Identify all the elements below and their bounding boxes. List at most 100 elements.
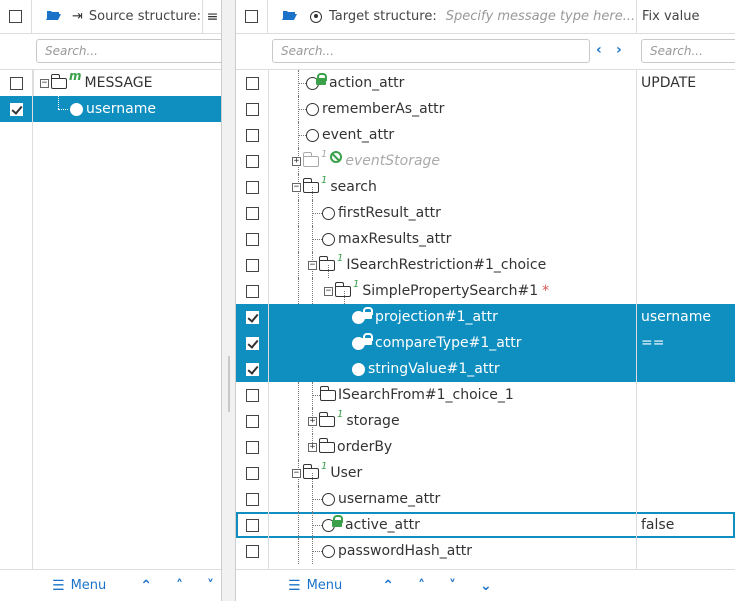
tree-node-label: event_attr [322, 127, 395, 143]
row-checkbox[interactable] [245, 440, 259, 454]
chevron-right-icon[interactable]: › [616, 42, 622, 58]
tree-node-label: ISearchRestriction#1_choice [346, 257, 547, 273]
row-checkbox[interactable] [245, 466, 259, 480]
tree-row[interactable]: firstResult_attr [236, 200, 735, 226]
target-menu-button[interactable]: Menu [307, 578, 343, 593]
collapse-toggle-icon[interactable]: − [40, 78, 49, 88]
row-checkbox[interactable] [245, 76, 259, 90]
expand-toggle-icon[interactable]: + [308, 442, 317, 452]
row-checkbox[interactable] [245, 180, 259, 194]
row-checkbox[interactable] [245, 232, 259, 246]
tree-row[interactable]: ISearchFrom#1_choice_1 [236, 382, 735, 408]
folder-open-icon[interactable] [46, 9, 62, 25]
menu-hamburger-icon[interactable]: ☰ [288, 578, 301, 594]
fix-value-cell[interactable]: username [641, 304, 711, 330]
chevron-down-icon[interactable]: ˅ [449, 578, 456, 594]
tree-row[interactable]: maxResults_attr [236, 226, 735, 252]
chevron-up-icon[interactable]: ˄ [176, 578, 183, 594]
row-checkbox[interactable] [245, 544, 259, 558]
source-tree: − m MESSAGE username [0, 69, 221, 122]
double-chevron-up-icon[interactable]: ⌃ [382, 578, 394, 594]
select-all-source-checkbox[interactable] [9, 10, 22, 23]
target-search-input[interactable] [272, 39, 590, 63]
row-checkbox[interactable] [245, 388, 259, 402]
tree-node-label: rememberAs_attr [322, 101, 445, 117]
source-menu-button[interactable]: Menu [71, 578, 107, 593]
fix-value-cell[interactable]: == [641, 330, 664, 356]
folder-icon [318, 411, 335, 427]
tree-row[interactable]: stringValue#1_attr [236, 356, 735, 382]
tree-row[interactable]: − 1 search [236, 174, 735, 200]
row-checkbox[interactable] [245, 336, 259, 350]
tree-node-label: maxResults_attr [338, 231, 452, 247]
login-arrow-icon[interactable]: ⇥ [72, 9, 83, 24]
folder-open-icon[interactable] [282, 9, 298, 25]
row-checkbox[interactable] [245, 206, 259, 220]
row-checkbox[interactable] [9, 76, 23, 90]
message-type-field[interactable]: Specify message type here... [446, 9, 635, 24]
radio-target-icon[interactable] [310, 10, 322, 23]
attribute-icon [322, 206, 335, 220]
lock-icon [362, 307, 373, 319]
collapse-toggle-icon[interactable]: − [292, 468, 301, 478]
tree-row[interactable]: − 1 ISearchRestriction#1_choice [236, 252, 735, 278]
tree-row[interactable]: active_attr false [236, 512, 735, 538]
row-checkbox[interactable] [245, 284, 259, 298]
row-checkbox[interactable] [245, 492, 259, 506]
tree-row[interactable]: rememberAs_attr [236, 96, 735, 122]
row-checkbox[interactable] [245, 258, 259, 272]
row-checkbox[interactable] [245, 154, 259, 168]
double-chevron-down-icon[interactable]: ⌄ [480, 578, 492, 594]
tree-row[interactable]: compareType#1_attr == [236, 330, 735, 356]
row-checkbox[interactable] [245, 518, 259, 532]
expand-toggle-icon[interactable]: + [292, 156, 301, 166]
tree-row[interactable]: + orderBy [236, 434, 735, 460]
row-checkbox[interactable] [9, 102, 23, 116]
chevron-up-icon[interactable]: ˄ [418, 578, 425, 594]
attribute-icon [306, 102, 319, 116]
splitter-grip[interactable] [228, 356, 230, 412]
chevron-left-icon[interactable]: ‹ [596, 42, 602, 58]
row-checkbox[interactable] [245, 128, 259, 142]
cardinality-badge: 1 [321, 460, 328, 472]
expand-toggle-icon[interactable]: + [308, 416, 317, 426]
tree-row[interactable]: action_attr UPDATE [236, 70, 735, 96]
attribute-icon [322, 492, 335, 506]
source-search-bar [0, 34, 221, 70]
chevron-down-icon[interactable]: ˅ [207, 578, 214, 594]
row-checkbox[interactable] [245, 102, 259, 116]
fix-value-column-header[interactable]: Fix value [636, 0, 699, 34]
fix-value-cell[interactable]: false [641, 512, 674, 538]
select-all-target-checkbox[interactable] [245, 10, 258, 23]
tree-row[interactable]: passwordHash_attr [236, 538, 735, 564]
tree-row[interactable]: event_attr [236, 122, 735, 148]
fix-value-cell[interactable]: UPDATE [641, 70, 696, 96]
tree-row[interactable]: projection#1_attr username [236, 304, 735, 330]
tree-row[interactable]: username [0, 96, 221, 122]
tree-row[interactable]: + 1 storage [236, 408, 735, 434]
menu-hamburger-icon[interactable]: ☰ [52, 578, 65, 594]
source-search-input[interactable] [36, 39, 221, 63]
collapse-toggle-icon[interactable]: − [308, 260, 317, 270]
double-chevron-up-icon[interactable]: ⌃ [140, 578, 152, 594]
attribute-icon [352, 362, 365, 376]
row-checkbox[interactable] [245, 414, 259, 428]
attribute-icon [322, 232, 335, 246]
tree-row[interactable]: − m MESSAGE [0, 69, 221, 96]
row-checkbox[interactable] [245, 362, 259, 376]
tree-node-label: username [86, 101, 156, 117]
tree-row[interactable]: − 1 SimplePropertySearch#1 * [236, 278, 735, 304]
cardinality-badge: 1 [321, 174, 328, 186]
source-title: Source structure: [88, 9, 202, 24]
collapse-toggle-icon[interactable]: − [324, 286, 333, 296]
source-header: ⇥ Source structure: ≡ [0, 0, 221, 34]
target-footer: ☰ Menu ⌃ ˄ ˅ ⌄ [236, 569, 735, 601]
fix-value-search-input[interactable] [641, 39, 735, 63]
collapse-toggle-icon[interactable]: − [292, 182, 301, 192]
row-checkbox[interactable] [245, 310, 259, 324]
panel-splitter[interactable] [222, 0, 236, 601]
tree-row[interactable]: − 1 User [236, 460, 735, 486]
menu-lines-icon[interactable]: ≡ [202, 0, 221, 34]
tree-row[interactable]: + 1 eventStorage [236, 148, 735, 174]
tree-row[interactable]: username_attr [236, 486, 735, 512]
